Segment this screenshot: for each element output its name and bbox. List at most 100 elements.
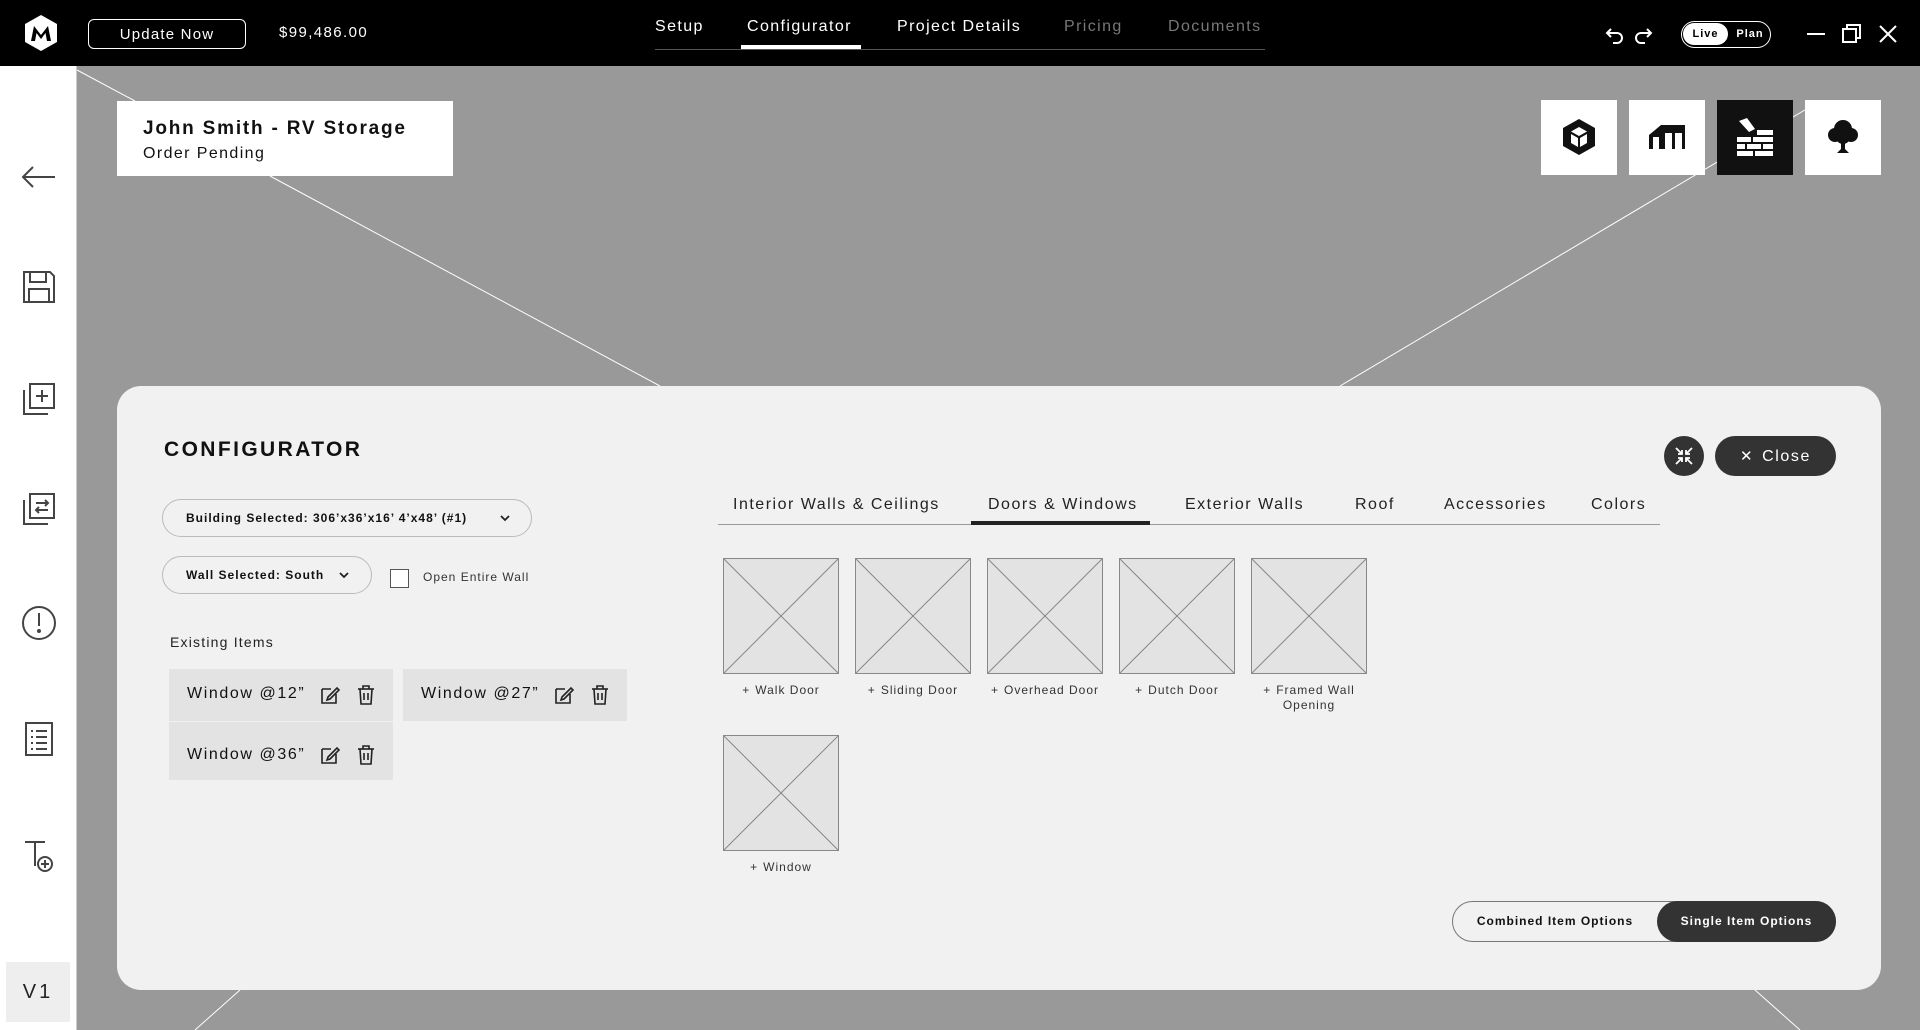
tab-active-indicator xyxy=(971,521,1150,525)
edit-icon[interactable] xyxy=(553,684,575,706)
tab-exterior-walls[interactable]: Exterior Walls xyxy=(1185,496,1304,514)
plus-icon: + xyxy=(750,860,759,874)
plus-icon: + xyxy=(742,683,751,697)
redo-icon[interactable] xyxy=(1631,22,1655,46)
plus-icon: + xyxy=(1135,683,1144,697)
tab-doors-windows[interactable]: Doors & Windows xyxy=(988,496,1138,514)
configurator-title: CONFIGURATOR xyxy=(164,438,363,461)
restore-window-icon[interactable] xyxy=(1840,22,1864,46)
save-icon[interactable] xyxy=(20,268,58,306)
existing-item-label: Window @36” xyxy=(187,746,306,763)
open-entire-wall-label: Open Entire Wall xyxy=(423,570,530,584)
image-placeholder-icon xyxy=(1251,558,1367,674)
close-button[interactable]: ✕ Close xyxy=(1715,436,1836,476)
close-label: Close xyxy=(1762,447,1812,465)
total-price: $99,486.00 xyxy=(279,24,369,41)
single-item-options[interactable]: Single Item Options xyxy=(1657,901,1836,942)
nav-tab-configurator[interactable]: Configurator xyxy=(747,18,852,36)
collapse-arrows-icon xyxy=(1675,447,1693,465)
trash-icon[interactable] xyxy=(355,744,377,766)
tile-walk-door[interactable] xyxy=(723,558,839,674)
trash-icon[interactable] xyxy=(589,684,611,706)
tile-overhead-door[interactable] xyxy=(987,558,1103,674)
chevron-down-icon xyxy=(339,572,349,579)
plus-icon: + xyxy=(867,683,876,697)
project-title: John Smith - RV Storage xyxy=(143,118,407,139)
tab-accessories[interactable]: Accessories xyxy=(1444,496,1547,514)
view-building-button[interactable] xyxy=(1629,100,1705,175)
item-options-toggle[interactable]: Combined Item Options Single Item Option… xyxy=(1452,901,1836,942)
list-icon[interactable] xyxy=(20,720,58,758)
nav-active-indicator xyxy=(741,45,861,49)
edit-icon[interactable] xyxy=(319,744,341,766)
plus-icon: + xyxy=(1263,683,1272,697)
back-arrow-icon[interactable] xyxy=(20,158,58,196)
tab-roof[interactable]: Roof xyxy=(1355,496,1395,514)
3d-cube-icon xyxy=(1563,119,1595,155)
image-placeholder-icon xyxy=(987,558,1103,674)
category-tabs: Interior Walls & Ceilings Doors & Window… xyxy=(718,386,1660,525)
chevron-down-icon xyxy=(500,515,510,522)
building-select-value: Building Selected: 306’x36’x16’ 4’x48’ (… xyxy=(186,511,468,525)
existing-items-label: Existing Items xyxy=(170,634,274,650)
project-info-card: John Smith - RV Storage Order Pending xyxy=(117,101,453,176)
tile-label: + Sliding Door xyxy=(867,683,959,697)
trash-icon[interactable] xyxy=(355,684,377,706)
top-bar: Update Now $99,486.00 Setup Configurator… xyxy=(0,0,1920,66)
building-select[interactable]: Building Selected: 306’x36’x16’ 4’x48’ (… xyxy=(162,499,532,537)
view-3d-button[interactable] xyxy=(1541,100,1617,175)
image-placeholder-icon xyxy=(723,735,839,851)
edit-icon[interactable] xyxy=(319,684,341,706)
alert-icon[interactable] xyxy=(20,604,58,642)
existing-item[interactable]: Window @36” xyxy=(169,722,393,780)
view-landscape-button[interactable] xyxy=(1805,100,1881,175)
undo-icon[interactable] xyxy=(1603,22,1627,46)
close-x-icon: ✕ xyxy=(1739,447,1755,465)
existing-item-label: Window @27” xyxy=(421,685,540,702)
live-mode-option[interactable]: Live xyxy=(1683,23,1728,45)
tile-dutch-door[interactable] xyxy=(1119,558,1235,674)
tab-colors[interactable]: Colors xyxy=(1591,496,1646,514)
tab-interior-walls[interactable]: Interior Walls & Ceilings xyxy=(733,496,940,514)
tile-label: + Window xyxy=(750,860,812,874)
main-nav: Setup Configurator Project Details Prici… xyxy=(655,0,1265,50)
update-now-button[interactable]: Update Now xyxy=(88,19,246,49)
nav-tab-setup[interactable]: Setup xyxy=(655,18,704,36)
image-placeholder-icon xyxy=(1119,558,1235,674)
wall-select[interactable]: Wall Selected: South xyxy=(162,556,372,594)
view-walls-button[interactable] xyxy=(1717,100,1793,175)
add-layer-icon[interactable] xyxy=(20,380,58,418)
project-status: Order Pending xyxy=(143,145,266,162)
live-plan-toggle[interactable]: Live Plan xyxy=(1681,21,1771,48)
tile-label: + Dutch Door xyxy=(1135,683,1219,697)
tile-sliding-door[interactable] xyxy=(855,558,971,674)
existing-item[interactable]: Window @27” xyxy=(403,669,627,721)
tile-label: + Framed Wall Opening xyxy=(1263,683,1355,712)
wall-bricks-icon xyxy=(1737,118,1773,156)
open-entire-wall-checkbox[interactable] xyxy=(390,569,409,588)
nav-tab-project-details[interactable]: Project Details xyxy=(897,18,1021,36)
tile-window[interactable] xyxy=(723,735,839,851)
image-placeholder-icon xyxy=(855,558,971,674)
plan-mode-option[interactable]: Plan xyxy=(1731,23,1769,45)
existing-item[interactable]: Window @12” xyxy=(169,669,393,721)
building-icon xyxy=(1649,125,1685,149)
configurator-panel: CONFIGURATOR ✕ Close Building Selected: 3… xyxy=(117,386,1881,990)
tile-label: + Overhead Door xyxy=(990,683,1100,697)
collapse-button[interactable] xyxy=(1664,436,1704,476)
left-sidebar: V1 xyxy=(0,66,77,1030)
wall-select-value: Wall Selected: South xyxy=(186,568,325,582)
tree-icon xyxy=(1828,120,1858,153)
tile-framed-wall-opening[interactable] xyxy=(1251,558,1367,674)
nav-tab-pricing[interactable]: Pricing xyxy=(1064,18,1123,36)
existing-item-label: Window @12” xyxy=(187,685,306,702)
brand-logo-icon[interactable] xyxy=(22,14,60,52)
nav-tab-documents[interactable]: Documents xyxy=(1168,18,1262,36)
combined-item-options[interactable]: Combined Item Options xyxy=(1453,902,1657,941)
plus-icon: + xyxy=(990,683,999,697)
minimize-icon[interactable] xyxy=(1804,22,1828,46)
text-add-icon[interactable] xyxy=(20,836,58,874)
tile-label: + Walk Door xyxy=(742,683,820,697)
close-window-icon[interactable] xyxy=(1876,22,1900,46)
swap-icon[interactable] xyxy=(20,490,58,528)
